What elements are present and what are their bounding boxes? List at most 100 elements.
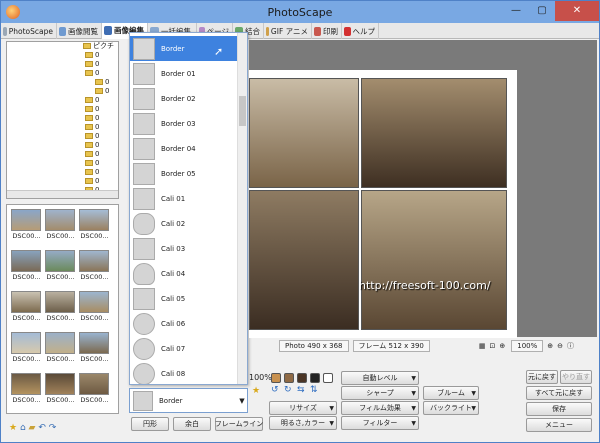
frame-option[interactable]: Border 02 [130, 86, 237, 111]
thumbnail-item[interactable]: DSC00... [11, 291, 42, 325]
redo-button[interactable]: やり直す [560, 370, 592, 384]
star-icon[interactable]: ★ [9, 423, 17, 433]
thumbnail-item[interactable]: DSC00... [45, 291, 76, 325]
scrollbar-thumb[interactable] [239, 96, 246, 126]
zoom-in-icon[interactable]: ⊕ [547, 342, 553, 350]
tab-print[interactable]: 印刷 [312, 23, 342, 39]
brightness-color-button[interactable]: 明るさ,カラー ▼ [269, 416, 337, 430]
flip-horizontal-icon[interactable]: ⇆ [297, 385, 305, 395]
folder-tree[interactable]: ピクチ 0 0 0 0 0 0 0 0 0 0 0 0 0 0 0 0 [6, 41, 119, 199]
round-button[interactable]: 円形 [131, 417, 169, 431]
frame-style-icon[interactable] [310, 373, 320, 383]
frame-option[interactable]: Cali 01 [130, 186, 237, 211]
undo-button[interactable]: 元に戻す [526, 370, 558, 384]
rotate-left-icon[interactable]: ↺ [271, 385, 279, 395]
tree-item[interactable]: 0 [85, 114, 99, 123]
auto-level-button[interactable]: 自動レベル ▼ [341, 371, 419, 385]
frame-style-icon[interactable] [297, 373, 307, 383]
frame-option[interactable]: Cali 03 [130, 236, 237, 261]
frame-option[interactable]: Cali 05 [130, 286, 237, 311]
grid-icon[interactable]: ▦ [479, 342, 486, 350]
thumbnail-item[interactable]: DSC00... [45, 250, 76, 284]
tree-item[interactable]: 0 [95, 87, 109, 96]
tab-help[interactable]: ヘルプ [342, 23, 379, 39]
tree-item[interactable]: 0 [85, 96, 99, 105]
filter-button[interactable]: フィルター ▼ [341, 416, 419, 430]
dropdown-scrollbar[interactable] [237, 33, 247, 384]
tree-item[interactable]: 0 [85, 51, 99, 60]
tab-photoscape[interactable]: PhotoScape [1, 23, 57, 39]
forward-icon[interactable]: ↷ [49, 423, 57, 433]
thumbnail-item[interactable]: DSC00... [11, 209, 42, 243]
film-effect-button[interactable]: フィルム効果 ▼ [341, 401, 419, 415]
rotate-right-icon[interactable]: ↻ [284, 385, 292, 395]
frame-style-icon[interactable] [284, 373, 294, 383]
thumbnail-item[interactable]: DSC00... [79, 209, 110, 243]
frame-option[interactable]: Border 05 [130, 161, 237, 186]
fit-icon[interactable]: ⊡ [489, 342, 495, 350]
frame-option[interactable]: Cali 08 [130, 361, 237, 384]
backlight-button[interactable]: バックライト ▼ [423, 401, 479, 415]
frame-option[interactable]: Cali 07 [130, 336, 237, 361]
tree-item[interactable]: 0 [85, 69, 99, 78]
minimize-button[interactable]: — [503, 1, 529, 21]
thumbnail-item[interactable]: DSC00... [79, 373, 110, 407]
tree-item[interactable]: 0 [85, 60, 99, 69]
frame-option[interactable]: Cali 04 [130, 261, 237, 286]
tab-gif-animation[interactable]: GIF アニメ [264, 23, 312, 39]
frame-option[interactable]: Border 03 [130, 111, 237, 136]
flip-vertical-icon[interactable]: ⇅ [310, 385, 318, 395]
maximize-button[interactable]: ▢ [529, 1, 555, 21]
frame-option[interactable]: Cali 02 [130, 211, 237, 236]
frame-option[interactable]: Cali 06 [130, 311, 237, 336]
frame-dropdown-list[interactable]: Border Border 01 Border 02 Border 03 Bor… [129, 32, 248, 385]
save-button[interactable]: 保存 [526, 402, 592, 416]
tree-item[interactable]: 0 [85, 105, 99, 114]
frame-preview-icon [133, 362, 155, 384]
thumbnail-item[interactable]: DSC00... [79, 250, 110, 284]
folder-icon [85, 52, 93, 58]
tree-item[interactable]: 0 [85, 177, 99, 186]
thumbnail-item[interactable]: DSC00... [45, 209, 76, 243]
thumbnail-item[interactable]: DSC00... [79, 332, 110, 366]
tree-item[interactable]: 0 [85, 141, 99, 150]
zoom-level: 100% [511, 340, 544, 352]
thumbnail-item[interactable]: DSC00... [11, 250, 42, 284]
zoom-out-icon[interactable]: ⊖ [557, 342, 563, 350]
sharpen-button[interactable]: シャープ ▼ [341, 386, 419, 400]
tree-item[interactable]: 0 [95, 78, 109, 87]
undo-all-button[interactable]: すべて元に戻す [526, 386, 592, 400]
photo-canvas[interactable]: http://freesoft-100.com/ [249, 40, 597, 338]
back-icon[interactable]: ↶ [38, 423, 46, 433]
thumbnail-item[interactable]: DSC00... [45, 332, 76, 366]
menu-button[interactable]: メニュー [526, 418, 592, 432]
tree-root[interactable]: ピクチ [83, 42, 114, 50]
home-icon[interactable]: ⌂ [20, 423, 26, 433]
thumbnail-grid[interactable]: DSC00... DSC00... DSC00... DSC00... DSC0… [6, 204, 119, 414]
star-icon[interactable]: ★ [252, 386, 260, 396]
tree-item[interactable]: 0 [85, 159, 99, 168]
bloom-button[interactable]: ブルーム ▼ [423, 386, 479, 400]
thumbnail-item[interactable]: DSC00... [45, 373, 76, 407]
thumbnail-item[interactable]: DSC00... [11, 332, 42, 366]
frame-option[interactable]: Border 01 [130, 61, 237, 86]
frame-style-icon[interactable] [323, 373, 333, 383]
frame-option[interactable]: Border 04 [130, 136, 237, 161]
close-button[interactable]: ✕ [555, 1, 599, 21]
resize-button[interactable]: リサイズ ▼ [269, 401, 337, 415]
thumbnail-item[interactable]: DSC00... [79, 291, 110, 325]
tree-item[interactable]: 0 [85, 168, 99, 177]
frame-select[interactable]: Border ▼ [129, 388, 248, 413]
tab-viewer[interactable]: 画像閲覧 [57, 23, 102, 39]
zoom-original-icon[interactable]: ⊕ [499, 342, 505, 350]
tree-horizontal-scrollbar[interactable] [7, 190, 118, 198]
thumbnail-item[interactable]: DSC00... [11, 373, 42, 407]
margin-button[interactable]: 余白 [173, 417, 211, 431]
frame-size: フレーム 512 x 390 [352, 340, 430, 352]
tree-item[interactable]: 0 [85, 132, 99, 141]
folder-open-icon[interactable]: ▰ [29, 423, 36, 433]
tree-item[interactable]: 0 [85, 150, 99, 159]
tree-item[interactable]: 0 [85, 123, 99, 132]
frame-style-icon[interactable] [271, 373, 281, 383]
info-icon[interactable]: ⓘ [567, 341, 574, 351]
